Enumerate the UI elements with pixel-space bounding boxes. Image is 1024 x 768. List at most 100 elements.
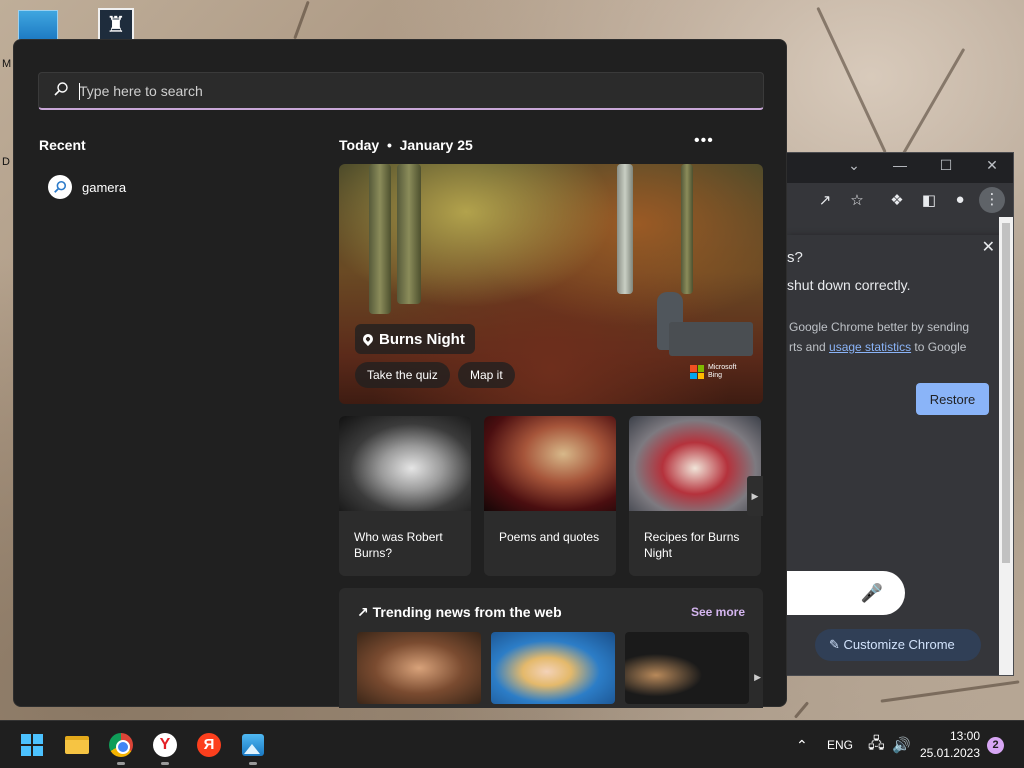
yandex-browser-icon: Y <box>153 733 177 757</box>
profile-icon[interactable]: ● <box>950 191 970 208</box>
recent-item[interactable]: gamera <box>48 174 126 200</box>
dialog-close-icon[interactable]: ✕ <box>982 237 995 257</box>
dialog-body-line: Google Chrome better by sending <box>789 320 970 334</box>
chevron-up-icon: ⌃ <box>796 736 808 753</box>
running-indicator <box>249 762 257 765</box>
hero-title-text: Burns Night <box>379 330 465 348</box>
photos-icon <box>242 734 264 756</box>
castle-game-icon[interactable]: ♜ <box>98 8 134 42</box>
restore-button[interactable]: Restore <box>916 383 989 415</box>
file-explorer-button[interactable] <box>63 731 91 759</box>
extensions-puzzle-icon[interactable]: ❖ <box>887 191 907 209</box>
yandex-icon: Я <box>197 733 221 757</box>
trending-arrow-icon: ↗ <box>357 604 369 620</box>
trending-heading-text: Trending news from the web <box>372 604 562 620</box>
windows-logo-icon <box>21 734 43 756</box>
clock-date: 25.01.2023 <box>919 746 980 760</box>
chrome-new-tab-page: 🎤 ✎ Customize Chrome <box>787 429 1013 675</box>
map-it-button[interactable]: Map it <box>458 362 515 388</box>
location-pin-icon <box>360 331 376 347</box>
card-label: Poems and quotes <box>499 530 600 544</box>
desktop-icon-label: D <box>2 156 10 168</box>
more-options-icon[interactable]: ••• <box>694 132 714 150</box>
windows-search-panel: Recent gamera Today • January 25 ••• Bur… <box>13 39 787 708</box>
dialog-title: s? <box>787 249 803 266</box>
chrome-scrollbar[interactable] <box>999 217 1013 675</box>
running-indicator <box>161 762 169 765</box>
volume-icon[interactable]: 🔊 <box>892 721 911 768</box>
clock-time: 13:00 <box>949 729 980 743</box>
customize-chrome-label: Customize Chrome <box>843 637 955 652</box>
minimize-icon[interactable]: — <box>885 157 915 173</box>
customize-chrome-button[interactable]: ✎ Customize Chrome <box>815 629 981 661</box>
chrome-taskbar-button[interactable] <box>107 731 135 765</box>
card-who-was-robert-burns[interactable]: Who was Robert Burns? <box>339 416 471 576</box>
dessert-image <box>629 416 761 511</box>
trending-heading: ↗ Trending news from the web <box>357 604 562 621</box>
folder-icon <box>65 736 89 754</box>
trending-news-image[interactable] <box>491 632 615 704</box>
chrome-toolbar: ↗ ☆ ❖ ◧ ● ⋮ <box>787 183 1013 217</box>
trending-next-icon[interactable]: ▶ <box>754 672 761 683</box>
trending-news-section: ↗ Trending news from the web See more ▶ <box>339 588 763 708</box>
chrome-menu-icon[interactable]: ⋮ <box>979 187 1005 213</box>
card-label: Who was Robert Burns? <box>354 530 443 560</box>
hero-card-burns-night[interactable]: Burns Night Take the quiz Map it Microso… <box>339 164 763 404</box>
start-button[interactable] <box>18 731 46 759</box>
search-input[interactable] <box>79 73 719 109</box>
usage-statistics-link[interactable]: usage statistics <box>829 340 911 354</box>
recent-heading: Recent <box>39 137 86 153</box>
language-indicator[interactable]: ENG <box>827 721 853 768</box>
share-icon[interactable]: ↗ <box>815 191 835 209</box>
restore-pages-dialog: ✕ s? shut down correctly. Google Chrome … <box>787 235 1005 431</box>
running-indicator <box>117 762 125 765</box>
trending-news-image[interactable] <box>357 632 481 704</box>
notification-badge[interactable]: 2 <box>987 737 1004 754</box>
microsoft-logo-icon <box>690 365 704 379</box>
desktop-shortcut-icon[interactable] <box>18 10 58 40</box>
carousel-next-icon[interactable]: ▶ <box>747 476 763 516</box>
show-hidden-icons-button[interactable]: ⌃ <box>796 721 808 768</box>
hero-title: Burns Night <box>355 324 475 354</box>
bench-image <box>669 322 753 356</box>
side-panel-icon[interactable]: ◧ <box>919 191 939 209</box>
chrome-window[interactable]: ⌄ — ☐ ✕ ↗ ☆ ❖ ◧ ● ⋮ ✕ s? shut down corre… <box>786 152 1014 676</box>
pencil-icon: ✎ <box>829 637 844 652</box>
see-more-link[interactable]: See more <box>691 605 745 619</box>
microsoft-bing-logo: Microsoft Bing <box>690 364 736 380</box>
bookmark-star-icon[interactable]: ☆ <box>847 191 867 209</box>
card-label: Recipes for Burns Night <box>644 530 740 560</box>
maximize-icon[interactable]: ☐ <box>931 157 961 174</box>
yandex-browser-button[interactable]: Y <box>151 731 179 765</box>
taskbar: Y Я ⌃ ENG 🖧 🔊 13:00 25.01.2023 2 <box>0 720 1024 768</box>
network-icon[interactable]: 🖧 <box>868 721 885 768</box>
today-heading: Today • January 25 <box>339 137 473 153</box>
search-icon <box>54 82 68 96</box>
scrollbar-thumb[interactable] <box>1002 223 1010 563</box>
card-poems-and-quotes[interactable]: Poems and quotes <box>484 416 616 576</box>
credit-line: Bing <box>708 372 723 379</box>
trending-news-image[interactable] <box>625 632 749 704</box>
dialog-subtitle: shut down correctly. <box>787 277 911 293</box>
credit-line: Microsoft <box>708 364 737 371</box>
search-icon <box>48 175 72 199</box>
take-the-quiz-button[interactable]: Take the quiz <box>355 362 450 388</box>
search-box[interactable] <box>38 72 764 110</box>
chrome-icon <box>109 733 133 757</box>
dialog-body-line: to Google <box>914 340 967 354</box>
robert-burns-portrait-image <box>339 416 471 511</box>
card-recipes-for-burns-night[interactable]: Recipes for Burns Night <box>629 416 761 576</box>
tab-search-chevron-icon[interactable]: ⌄ <box>839 157 869 174</box>
desktop-icon-label: M <box>2 58 12 70</box>
yandex-button[interactable]: Я <box>195 731 223 759</box>
chrome-titlebar[interactable]: ⌄ — ☐ ✕ <box>787 153 1013 183</box>
google-search-box[interactable]: 🎤 <box>787 571 905 615</box>
microphone-icon[interactable]: 🎤 <box>861 583 883 604</box>
dialog-body-line: rts and <box>789 340 826 354</box>
clock[interactable]: 13:00 25.01.2023 <box>918 728 980 762</box>
text-cursor <box>79 83 80 100</box>
poetry-book-image <box>484 416 616 511</box>
close-icon[interactable]: ✕ <box>977 157 1007 174</box>
recent-item-label: gamera <box>82 179 127 195</box>
photos-button[interactable] <box>239 731 267 765</box>
